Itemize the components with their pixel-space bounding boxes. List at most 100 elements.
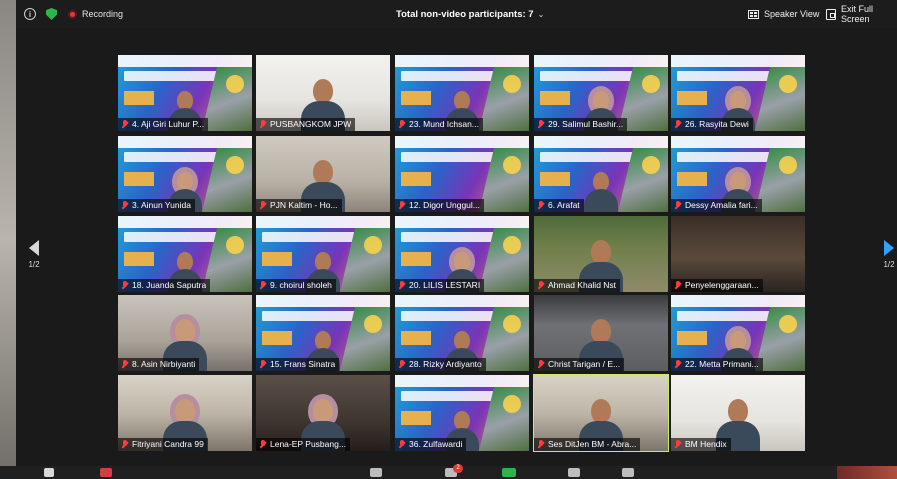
participant-tile[interactable]: 26. Rasyita Dewi: [671, 55, 805, 131]
participant-name: Lena-EP Pusbang...: [270, 439, 346, 449]
participant-name: 15. Frans Sinatra: [270, 359, 336, 369]
participant-name-tag: Ses DitJen BM - Abra...: [534, 438, 641, 451]
participant-tile[interactable]: Ses DitJen BM - Abra...: [533, 374, 669, 452]
muted-mic-icon: [537, 201, 545, 210]
participant-name-tag: 9. choirul sholeh: [256, 279, 336, 292]
mute-button[interactable]: [44, 468, 54, 477]
participant-name-tag: Fitriyani Candra 99: [118, 438, 208, 451]
leave-meeting-button[interactable]: [837, 466, 897, 479]
muted-mic-icon: [259, 120, 267, 129]
muted-mic-icon: [398, 120, 406, 129]
participant-tile[interactable]: BM Hendix: [671, 375, 805, 451]
participant-name: Penyelenggaraan...: [685, 280, 759, 290]
participants-button[interactable]: [370, 468, 382, 477]
participant-name: 18. Juanda Saputra: [132, 280, 207, 290]
meeting-info-button[interactable]: i: [24, 6, 36, 22]
recording-label: Recording: [82, 9, 124, 19]
participant-name: Dessy Amalia fari...: [685, 200, 758, 210]
participant-tile[interactable]: 18. Juanda Saputra: [118, 216, 252, 292]
muted-mic-icon: [259, 281, 267, 290]
participant-tile[interactable]: Lena-EP Pusbang...: [256, 375, 390, 451]
participant-name: 8. Asin Nirbiyanti: [132, 359, 196, 369]
muted-mic-icon: [398, 201, 406, 210]
participant-name: 4. Aji Giri Luhur P...: [132, 119, 205, 129]
chat-button[interactable]: 2: [445, 464, 463, 477]
speaker-view-button[interactable]: Speaker View: [748, 6, 819, 22]
muted-mic-icon: [674, 120, 682, 129]
participant-tile[interactable]: Dessy Amalia fari...: [671, 136, 805, 212]
page-indicator-left: 1/2: [28, 260, 40, 269]
participant-tile[interactable]: 6. Arafat: [534, 136, 668, 212]
participant-name-tag: 3. Ainun Yunida: [118, 199, 195, 212]
participant-tile[interactable]: Penyelenggaraan...: [671, 216, 805, 292]
participant-name: 20. LILIS LESTARI: [409, 280, 481, 290]
participant-tile[interactable]: 36. Zulfawardi: [395, 375, 529, 451]
participant-tile[interactable]: 9. choirul sholeh: [256, 216, 390, 292]
participant-name: BM Hendix: [685, 439, 727, 449]
participant-tile[interactable]: 15. Frans Sinatra: [256, 295, 390, 371]
participant-name-tag: PJN Kaltim - Ho...: [256, 199, 342, 212]
participant-tile[interactable]: 29. Salimul Bashir...: [534, 55, 668, 131]
meeting-controls-bar: 2: [0, 464, 897, 479]
participant-tile[interactable]: 8. Asin Nirbiyanti: [118, 295, 252, 371]
exit-fullscreen-button[interactable]: Exit Full Screen: [826, 4, 897, 24]
participant-name-tag: 23. Mund Ichsan...: [395, 118, 483, 131]
gallery-grid: 4. Aji Giri Luhur P... PUSBANGKOM JPW 23. …: [118, 55, 808, 453]
participant-video: [584, 172, 618, 212]
participant-tile[interactable]: 22. Metta Primani...: [671, 295, 805, 371]
muted-mic-icon: [121, 440, 129, 449]
participant-tile[interactable]: Ahmad Khalid Nst: [534, 216, 668, 292]
participant-name-tag: Ahmad Khalid Nst: [534, 279, 621, 292]
participant-name: 23. Mund Ichsan...: [409, 119, 479, 129]
participant-tile[interactable]: Christ Tarigan / E...: [534, 295, 668, 371]
participant-tile[interactable]: 28. Rizky Ardiyanto: [395, 295, 529, 371]
participant-name-tag: PUSBANGKOM JPW: [256, 118, 356, 131]
participant-tile[interactable]: 20. LILIS LESTARI: [395, 216, 529, 292]
screen-bezel-left: [0, 0, 16, 479]
participant-name-tag: BM Hendix: [671, 438, 731, 451]
participant-name: Christ Tarigan / E...: [548, 359, 621, 369]
participant-tile[interactable]: 4. Aji Giri Luhur P...: [118, 55, 252, 131]
meeting-topbar: i Recording Total non-video participants…: [16, 0, 897, 28]
participant-name-tag: 29. Salimul Bashir...: [534, 118, 628, 131]
encryption-button[interactable]: [46, 6, 57, 22]
participant-name: PUSBANGKOM JPW: [270, 119, 352, 129]
muted-mic-icon: [121, 120, 129, 129]
start-video-button[interactable]: [100, 468, 112, 477]
participant-name-tag: 28. Rizky Ardiyanto: [395, 358, 486, 371]
participant-name: Fitriyani Candra 99: [132, 439, 204, 449]
participant-name: PJN Kaltim - Ho...: [270, 200, 338, 210]
participant-tile[interactable]: 3. Ainun Yunida: [118, 136, 252, 212]
participants-label: Total non-video participants: 7: [396, 8, 534, 20]
previous-page-button[interactable]: 1/2: [26, 240, 42, 269]
participant-name-tag: 15. Frans Sinatra: [256, 358, 340, 371]
reactions-button[interactable]: [622, 468, 634, 477]
participant-name: 29. Salimul Bashir...: [548, 119, 624, 129]
recording-indicator[interactable]: Recording: [68, 6, 123, 22]
muted-mic-icon: [121, 360, 129, 369]
participants-dropdown[interactable]: Total non-video participants: 7 ⌄: [396, 6, 544, 22]
participant-tile[interactable]: PUSBANGKOM JPW: [256, 55, 390, 131]
muted-mic-icon: [674, 201, 682, 210]
record-button[interactable]: [568, 468, 580, 477]
participant-name: Ses DitJen BM - Abra...: [548, 439, 637, 449]
participant-tile[interactable]: 23. Mund Ichsan...: [395, 55, 529, 131]
participant-name: 26. Rasyita Dewi: [685, 119, 749, 129]
muted-mic-icon: [674, 360, 682, 369]
participant-tile[interactable]: 12. Digor Unggul...: [395, 136, 529, 212]
recording-dot-icon: [68, 9, 77, 19]
exit-fullscreen-label: Exit Full Screen: [841, 4, 874, 24]
muted-mic-icon: [121, 201, 129, 210]
participant-tile[interactable]: PJN Kaltim - Ho...: [256, 136, 390, 212]
participant-name-tag: Lena-EP Pusbang...: [256, 438, 350, 451]
participant-tile[interactable]: Fitriyani Candra 99: [118, 375, 252, 451]
participant-name: 3. Ainun Yunida: [132, 200, 191, 210]
arrow-left-icon: [29, 240, 39, 256]
participant-name-tag: 26. Rasyita Dewi: [671, 118, 753, 131]
participant-name-tag: 8. Asin Nirbiyanti: [118, 358, 200, 371]
participant-name-tag: Dessy Amalia fari...: [671, 199, 762, 212]
participant-name-tag: 6. Arafat: [534, 199, 584, 212]
next-page-button[interactable]: 1/2: [881, 240, 897, 269]
info-icon: i: [24, 8, 36, 20]
share-screen-button[interactable]: [502, 468, 516, 477]
